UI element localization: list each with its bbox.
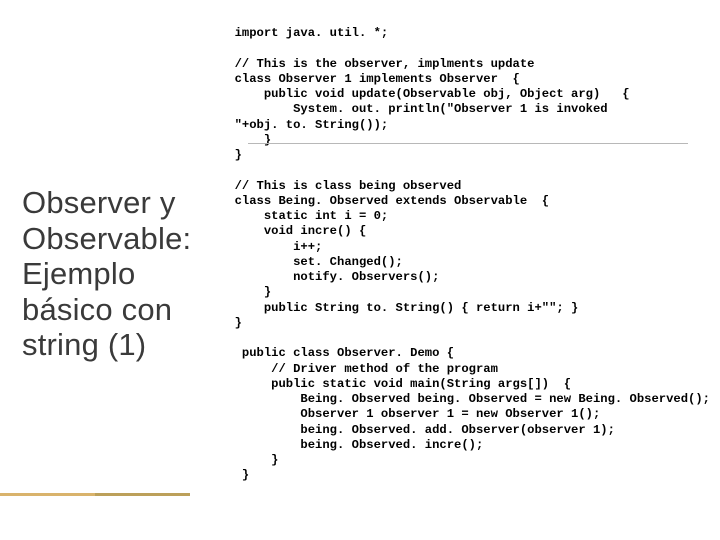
accent-bar: [0, 493, 190, 496]
accent-segment-1: [0, 493, 95, 496]
slide: Observer y Observable: Ejemplo básico co…: [0, 0, 720, 540]
title-column: Observer y Observable: Ejemplo básico co…: [22, 18, 229, 530]
code-column: import java. util. *; // This is the obs…: [229, 18, 710, 530]
code-block: import java. util. *; // This is the obs…: [235, 26, 710, 484]
divider-line: [248, 143, 688, 144]
accent-segment-2: [95, 493, 190, 496]
slide-title: Observer y Observable: Ejemplo básico co…: [22, 185, 219, 363]
